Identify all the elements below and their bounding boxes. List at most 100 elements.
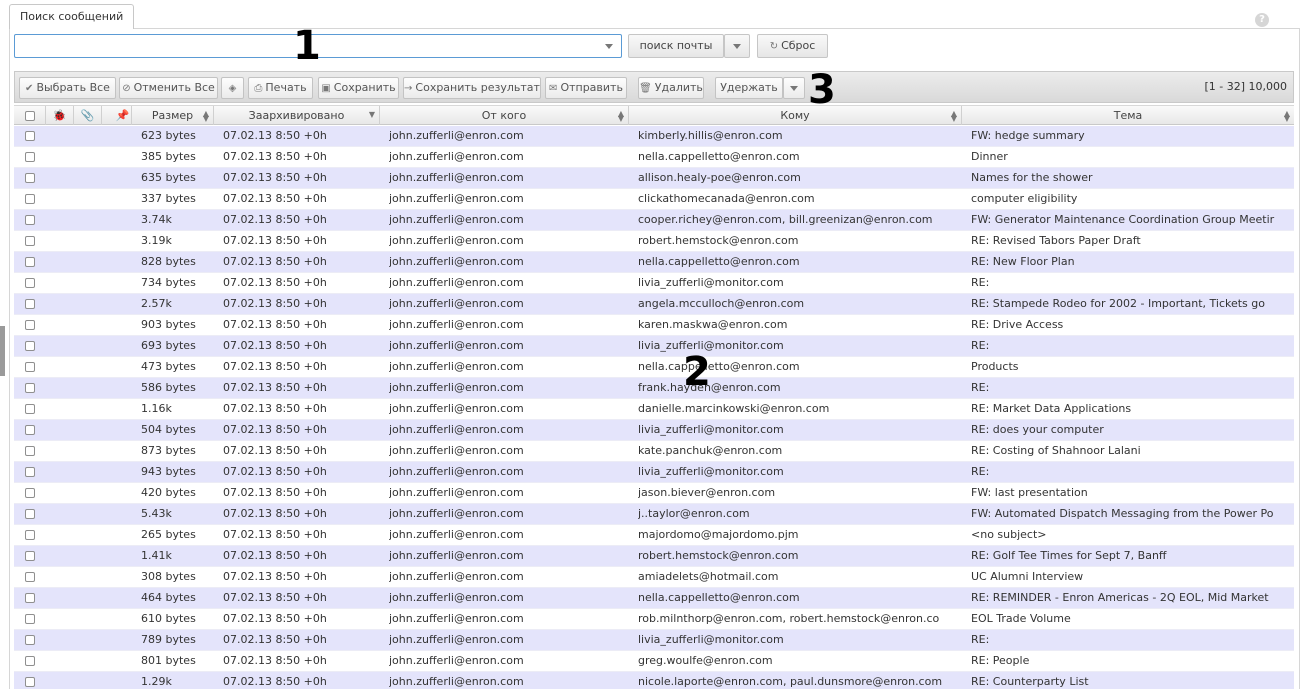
tag-button[interactable]: ◈	[221, 77, 244, 99]
row-checkbox[interactable]	[25, 446, 35, 456]
table-row[interactable]: 801 bytes 07.02.13 8:50 +0h john.zufferli@…	[14, 651, 1294, 672]
row-checkbox[interactable]	[25, 551, 35, 561]
header-pinned[interactable]: 📌	[102, 106, 132, 125]
header-select-all[interactable]	[14, 106, 46, 125]
row-checkbox[interactable]	[25, 152, 35, 162]
table-row[interactable]: 3.74k 07.02.13 8:50 +0h john.zufferli@enro…	[14, 210, 1294, 231]
row-select-cell[interactable]	[25, 294, 35, 314]
table-row[interactable]: 623 bytes 07.02.13 8:50 +0h john.zufferli@…	[14, 126, 1294, 147]
row-checkbox[interactable]	[25, 467, 35, 477]
row-checkbox[interactable]	[25, 593, 35, 603]
table-row[interactable]: 265 bytes 07.02.13 8:50 +0h john.zufferli@…	[14, 525, 1294, 546]
row-checkbox[interactable]	[25, 488, 35, 498]
table-row[interactable]: 873 bytes 07.02.13 8:50 +0h john.zufferli@…	[14, 441, 1294, 462]
search-mail-button[interactable]: поиск почты	[628, 34, 724, 58]
row-select-cell[interactable]	[25, 609, 35, 629]
row-select-cell[interactable]	[25, 189, 35, 209]
tab-message-search[interactable]: Поиск сообщений	[9, 4, 134, 29]
row-checkbox[interactable]	[25, 215, 35, 225]
row-checkbox[interactable]	[25, 425, 35, 435]
select-all-checkbox[interactable]	[24, 111, 35, 121]
table-row[interactable]: 420 bytes 07.02.13 8:50 +0h john.zufferli@…	[14, 483, 1294, 504]
row-select-cell[interactable]	[25, 462, 35, 482]
row-checkbox[interactable]	[25, 530, 35, 540]
row-select-cell[interactable]	[25, 126, 35, 146]
header-size[interactable]: Размер ▲ ▼	[132, 106, 214, 125]
row-select-cell[interactable]	[25, 525, 35, 545]
save-result-button[interactable]: → Сохранить результат	[403, 77, 541, 99]
print-button[interactable]: ⎙ Печать	[248, 77, 313, 99]
row-select-cell[interactable]	[25, 588, 35, 608]
save-button[interactable]: ▣ Сохранить	[318, 77, 399, 99]
table-row[interactable]: 308 bytes 07.02.13 8:50 +0h john.zufferli@…	[14, 567, 1294, 588]
table-row[interactable]: 5.43k 07.02.13 8:50 +0h john.zufferli@enro…	[14, 504, 1294, 525]
header-archived[interactable]: Заархивировано ▼	[214, 106, 380, 125]
hold-button[interactable]: Удержать	[715, 77, 783, 99]
delete-button[interactable]: 🗑 Удалить	[638, 77, 704, 99]
header-from[interactable]: От кого ▲ ▼	[380, 106, 629, 125]
row-select-cell[interactable]	[25, 546, 35, 566]
row-select-cell[interactable]	[25, 672, 35, 689]
row-checkbox[interactable]	[25, 383, 35, 393]
row-checkbox[interactable]	[25, 635, 35, 645]
row-checkbox[interactable]	[25, 614, 35, 624]
row-select-cell[interactable]	[25, 357, 35, 377]
row-checkbox[interactable]	[25, 320, 35, 330]
reset-button[interactable]: ↻ Сброс	[757, 34, 828, 58]
header-to[interactable]: Кому ▲ ▼	[629, 106, 962, 125]
table-row[interactable]: 903 bytes 07.02.13 8:50 +0h john.zufferli@…	[14, 315, 1294, 336]
row-select-cell[interactable]	[25, 441, 35, 461]
row-checkbox[interactable]	[25, 362, 35, 372]
table-row[interactable]: 635 bytes 07.02.13 8:50 +0h john.zufferli@…	[14, 168, 1294, 189]
row-select-cell[interactable]	[25, 147, 35, 167]
table-row[interactable]: 337 bytes 07.02.13 8:50 +0h john.zufferli@…	[14, 189, 1294, 210]
row-checkbox[interactable]	[25, 509, 35, 519]
row-select-cell[interactable]	[25, 336, 35, 356]
table-row[interactable]: 1.41k 07.02.13 8:50 +0h john.zufferli@enro…	[14, 546, 1294, 567]
row-select-cell[interactable]	[25, 231, 35, 251]
table-row[interactable]: 504 bytes 07.02.13 8:50 +0h john.zufferli@…	[14, 420, 1294, 441]
table-row[interactable]: 3.19k 07.02.13 8:50 +0h john.zufferli@enro…	[14, 231, 1294, 252]
deselect-all-button[interactable]: ⊘ Отменить Все	[119, 77, 218, 99]
row-checkbox[interactable]	[25, 404, 35, 414]
table-row[interactable]: 385 bytes 07.02.13 8:50 +0h john.zufferli@…	[14, 147, 1294, 168]
row-select-cell[interactable]	[25, 420, 35, 440]
row-checkbox[interactable]	[25, 131, 35, 141]
table-row[interactable]: 734 bytes 07.02.13 8:50 +0h john.zufferli@…	[14, 273, 1294, 294]
table-row[interactable]: 586 bytes 07.02.13 8:50 +0h john.zufferli@…	[14, 378, 1294, 399]
header-subject[interactable]: Тема ▲ ▼	[962, 106, 1294, 125]
row-checkbox[interactable]	[25, 656, 35, 666]
table-row[interactable]: 2.57k 07.02.13 8:50 +0h john.zufferli@enro…	[14, 294, 1294, 315]
table-row[interactable]: 943 bytes 07.02.13 8:50 +0h john.zufferli@…	[14, 462, 1294, 483]
table-row[interactable]: 1.29k 07.02.13 8:50 +0h john.zufferli@enro…	[14, 672, 1294, 689]
row-select-cell[interactable]	[25, 630, 35, 650]
row-checkbox[interactable]	[25, 677, 35, 687]
row-select-cell[interactable]	[25, 483, 35, 503]
table-row[interactable]: 610 bytes 07.02.13 8:50 +0h john.zufferli@…	[14, 609, 1294, 630]
row-checkbox[interactable]	[25, 278, 35, 288]
table-row[interactable]: 473 bytes 07.02.13 8:50 +0h john.zufferli@…	[14, 357, 1294, 378]
table-row[interactable]: 789 bytes 07.02.13 8:50 +0h john.zufferli@…	[14, 630, 1294, 651]
row-checkbox[interactable]	[25, 173, 35, 183]
row-select-cell[interactable]	[25, 315, 35, 335]
row-select-cell[interactable]	[25, 252, 35, 272]
row-select-cell[interactable]	[25, 399, 35, 419]
header-attachment[interactable]: 📎	[74, 106, 102, 125]
row-checkbox[interactable]	[25, 572, 35, 582]
table-row[interactable]: 693 bytes 07.02.13 8:50 +0h john.zufferli@…	[14, 336, 1294, 357]
row-checkbox[interactable]	[25, 236, 35, 246]
row-select-cell[interactable]	[25, 273, 35, 293]
row-checkbox[interactable]	[25, 257, 35, 267]
row-select-cell[interactable]	[25, 168, 35, 188]
send-button[interactable]: ✉ Отправить	[545, 77, 627, 99]
table-row[interactable]: 464 bytes 07.02.13 8:50 +0h john.zufferli@…	[14, 588, 1294, 609]
select-all-button[interactable]: ✔ Выбрать Все	[19, 77, 116, 99]
header-virus[interactable]: 🐞	[46, 106, 74, 125]
row-checkbox[interactable]	[25, 299, 35, 309]
row-select-cell[interactable]	[25, 567, 35, 587]
row-select-cell[interactable]	[25, 651, 35, 671]
row-select-cell[interactable]	[25, 378, 35, 398]
help-icon[interactable]: ?	[1255, 13, 1269, 27]
sidebar-collapse-handle[interactable]	[0, 326, 5, 376]
search-history-dropdown-icon[interactable]	[605, 44, 613, 49]
